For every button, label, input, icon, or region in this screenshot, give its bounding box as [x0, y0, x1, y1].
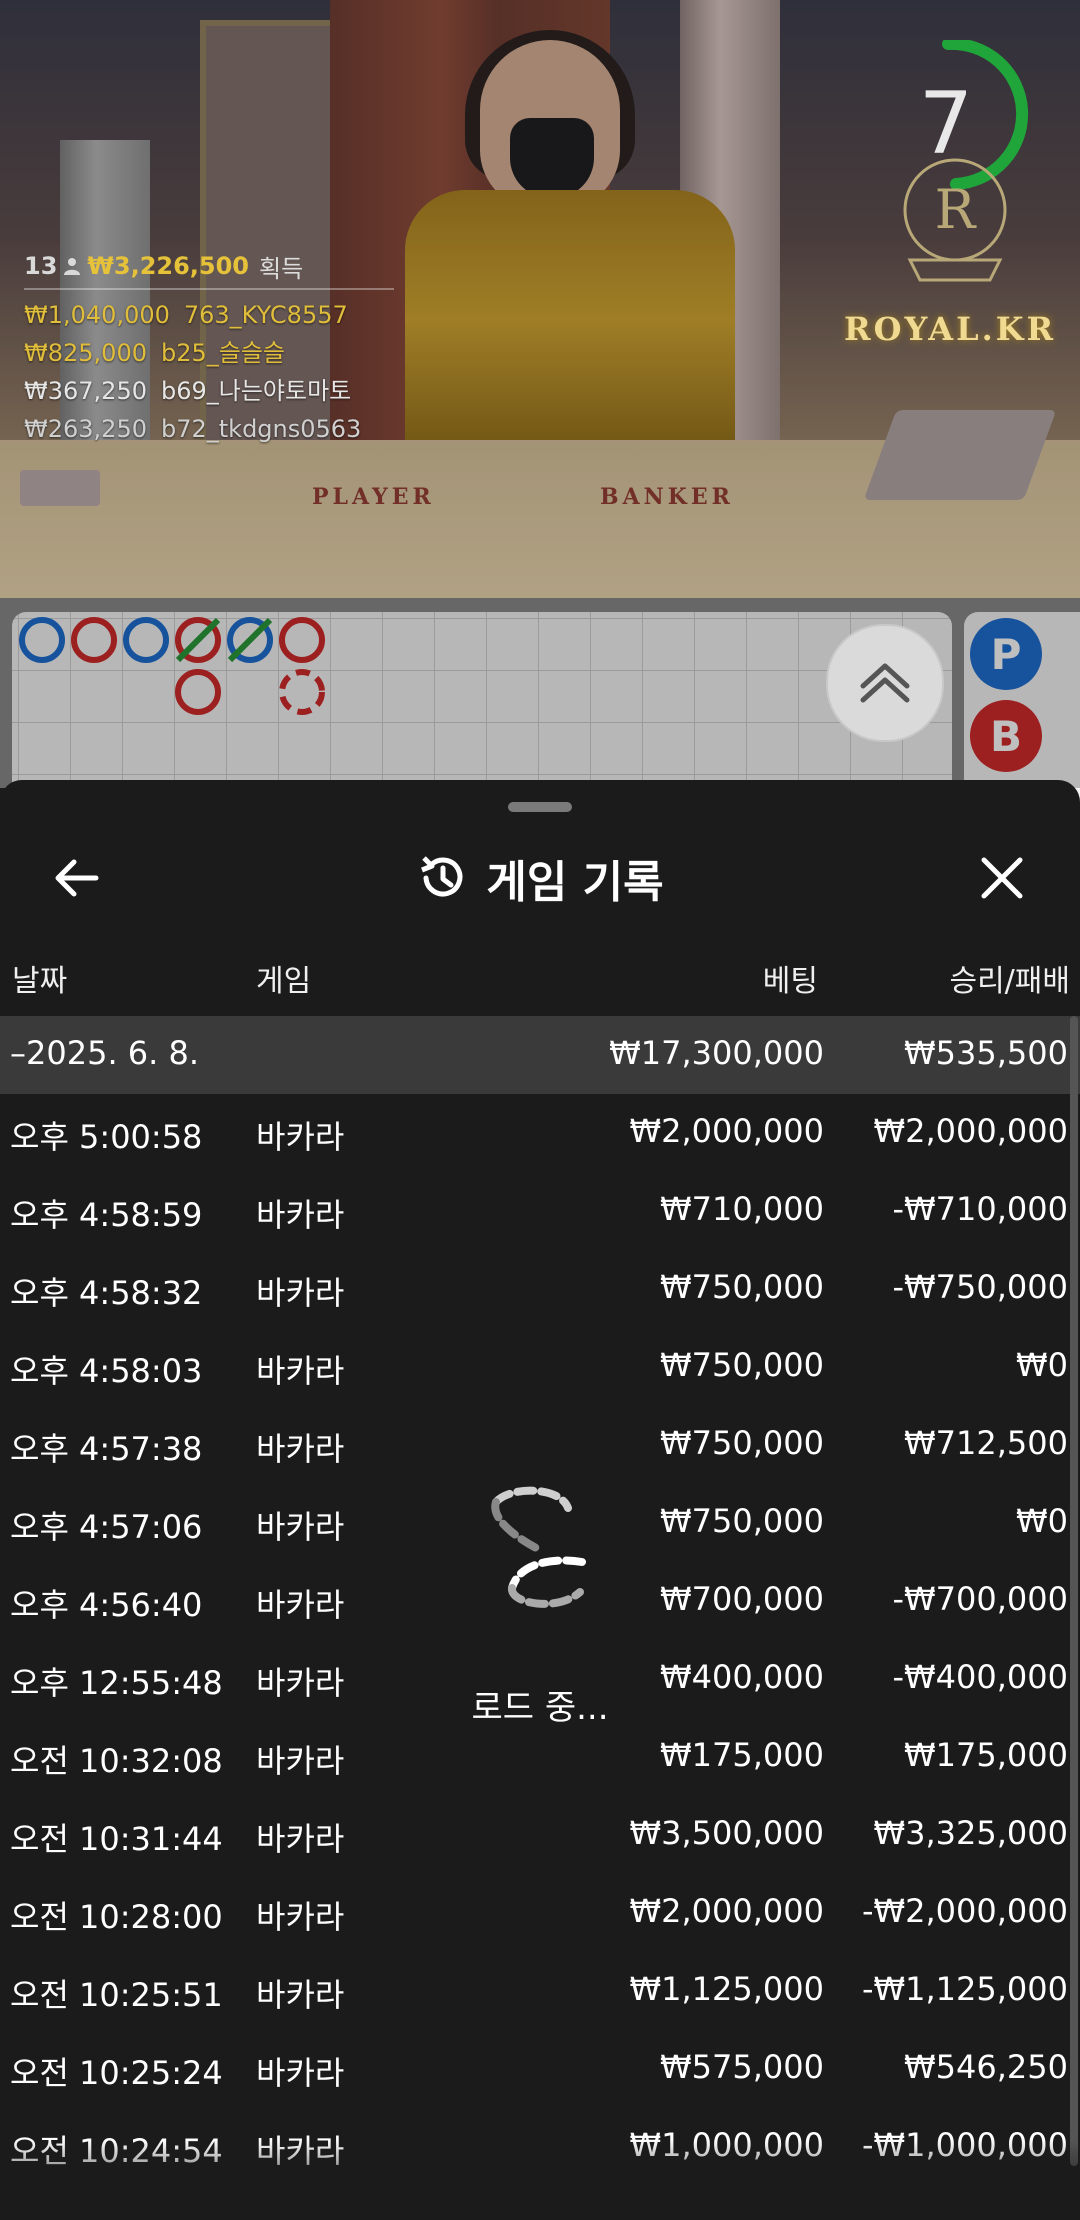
row-bet: ₩700,000	[660, 1580, 824, 1618]
row-game: 바카라	[256, 1586, 345, 1624]
row-result: ₩3,325,000	[873, 1814, 1069, 1852]
loading-text: 로드 중...	[471, 1688, 609, 1728]
row-bet: ₩750,000	[660, 1268, 824, 1306]
row-time: 오전 10:25:24	[10, 2054, 223, 2092]
live-video: PLAYER BANKER 13 ₩3,226,500 획득 ₩1,040,00…	[0, 0, 1080, 598]
day-bet-total: ₩17,300,000	[609, 1034, 824, 1072]
ranking-header: 13 ₩3,226,500 획득	[24, 248, 394, 284]
row-game: 바카라	[256, 1196, 345, 1234]
row-bet: ₩1,125,000	[629, 1970, 825, 2008]
row-bet: ₩710,000	[660, 1190, 824, 1228]
row-time: 오후 4:57:38	[10, 1430, 203, 1468]
row-time: 오전 10:25:51	[10, 1976, 223, 2014]
row-time: 오후 4:58:03	[10, 1352, 203, 1390]
row-result: -₩710,000	[892, 1190, 1068, 1228]
row-time: 오후 4:56:40	[10, 1586, 203, 1624]
svg-text:R: R	[935, 178, 977, 241]
row-time: 오후 12:55:48	[10, 1664, 223, 1702]
row-game: 바카라	[256, 1430, 345, 1468]
day-result-total: ₩535,500	[904, 1034, 1068, 1072]
row-game: 바카라	[256, 1820, 345, 1858]
winnings-label: 획득	[259, 254, 304, 283]
ranking-divider	[24, 288, 394, 290]
close-icon	[981, 857, 1023, 899]
row-game: 바카라	[256, 1664, 345, 1702]
row-result: ₩546,250	[904, 2048, 1068, 2086]
row-bet: ₩175,000	[660, 1736, 824, 1774]
sheet-title: 게임 기록	[486, 857, 664, 908]
loading-spinner-icon	[491, 1486, 586, 1608]
row-time: 오후 4:57:06	[10, 1508, 203, 1546]
day-group-row[interactable]: –2025. 6. 8. ₩17,300,000 ₩535,500	[0, 1016, 1080, 1094]
row-result: ₩0	[1016, 1346, 1068, 1384]
row-result: -₩2,000,000	[861, 1892, 1068, 1930]
column-header-bet[interactable]: 베팅	[763, 956, 818, 1000]
row-bet: ₩750,000	[660, 1424, 824, 1462]
history-row[interactable]: 오전 10:32:08 바카라 ₩175,000 ₩175,000	[0, 1718, 1080, 1796]
row-result: ₩712,500	[904, 1424, 1068, 1462]
ranking-row: ₩263,250 b72_tkdgns0563	[24, 415, 362, 443]
row-game: 바카라	[256, 1118, 345, 1156]
double-chevron-up-icon	[860, 663, 910, 703]
list-fade	[0, 2140, 1080, 2220]
row-bet: ₩2,000,000	[629, 1892, 825, 1930]
history-row[interactable]: 오후 4:58:03 바카라 ₩750,000 ₩0	[0, 1328, 1080, 1406]
brand-logo: ROYAL.KR	[844, 310, 1057, 348]
royal-crest-icon: R	[880, 140, 1030, 294]
row-bet: ₩750,000	[660, 1346, 824, 1384]
scrollbar[interactable]	[1070, 1016, 1078, 2166]
sheet-header: 게임 기록	[0, 840, 1080, 916]
game-history-sheet: 게임 기록 날짜 게임 베팅 승리/패배 –2025. 6. 8. ₩17,30…	[0, 780, 1080, 2220]
row-game: 바카라	[256, 1742, 345, 1780]
row-bet: ₩3,500,000	[629, 1814, 825, 1852]
row-time: 오후 4:58:32	[10, 1274, 203, 1312]
winners-ranking: 13 ₩3,226,500 획득 ₩1,040,000 763_KYC8557 ₩…	[24, 248, 394, 448]
row-result: -₩700,000	[892, 1580, 1068, 1618]
row-time: 오전 10:32:08	[10, 1742, 223, 1780]
history-row[interactable]: 오후 4:58:59 바카라 ₩710,000 -₩710,000	[0, 1172, 1080, 1250]
user-icon	[63, 256, 81, 276]
sheet-drag-handle[interactable]	[508, 802, 572, 812]
row-result: -₩750,000	[892, 1268, 1068, 1306]
ranking-row: ₩367,250 b69_나는야토마토	[24, 377, 352, 405]
row-result: -₩400,000	[892, 1658, 1068, 1696]
row-game: 바카라	[256, 1274, 345, 1312]
history-icon	[421, 856, 463, 897]
row-bet: ₩750,000	[660, 1502, 824, 1540]
row-result: -₩1,125,000	[861, 1970, 1068, 2008]
history-row[interactable]: 오후 4:57:38 바카라 ₩750,000 ₩712,500	[0, 1406, 1080, 1484]
row-bet: ₩575,000	[660, 2048, 824, 2086]
history-row[interactable]: 오후 4:58:32 바카라 ₩750,000 -₩750,000	[0, 1250, 1080, 1328]
row-game: 바카라	[256, 1508, 345, 1546]
history-row[interactable]: 오전 10:28:00 바카라 ₩2,000,000 -₩2,000,000	[0, 1874, 1080, 1952]
row-result: ₩175,000	[904, 1736, 1068, 1774]
row-game: 바카라	[256, 1898, 345, 1936]
row-result: ₩0	[1016, 1502, 1068, 1540]
ranking-row: ₩1,040,000 763_KYC8557	[24, 301, 348, 329]
row-time: 오후 4:58:59	[10, 1196, 203, 1234]
winnings-total: ₩3,226,500	[87, 252, 250, 280]
row-time: 오후 5:00:58	[10, 1118, 203, 1156]
expand-scoreboard-button[interactable]	[826, 624, 944, 742]
close-button[interactable]	[970, 846, 1034, 910]
row-game: 바카라	[256, 2054, 345, 2092]
history-row[interactable]: 오전 10:25:24 바카라 ₩575,000 ₩546,250	[0, 2030, 1080, 2108]
column-header-result[interactable]: 승리/패배	[949, 956, 1070, 1000]
row-time: 오전 10:28:00	[10, 1898, 223, 1936]
history-row[interactable]: 오전 10:25:51 바카라 ₩1,125,000 -₩1,125,000	[0, 1952, 1080, 2030]
row-game: 바카라	[256, 1352, 345, 1390]
history-row[interactable]: 오후 5:00:58 바카라 ₩2,000,000 ₩2,000,000	[0, 1094, 1080, 1172]
row-bet: ₩2,000,000	[629, 1112, 825, 1150]
ranking-row: ₩825,000 b25_슬슬슬	[24, 339, 285, 367]
row-time: 오전 10:31:44	[10, 1820, 223, 1858]
history-row[interactable]: 오전 10:31:44 바카라 ₩3,500,000 ₩3,325,000	[0, 1796, 1080, 1874]
row-result: ₩2,000,000	[873, 1112, 1069, 1150]
day-date: –2025. 6. 8.	[10, 1034, 200, 1072]
row-game: 바카라	[256, 1976, 345, 2014]
winner-count: 13	[24, 252, 58, 280]
column-header-date[interactable]: 날짜	[12, 956, 67, 1000]
row-bet: ₩400,000	[660, 1658, 824, 1696]
column-header-game[interactable]: 게임	[256, 956, 311, 1000]
